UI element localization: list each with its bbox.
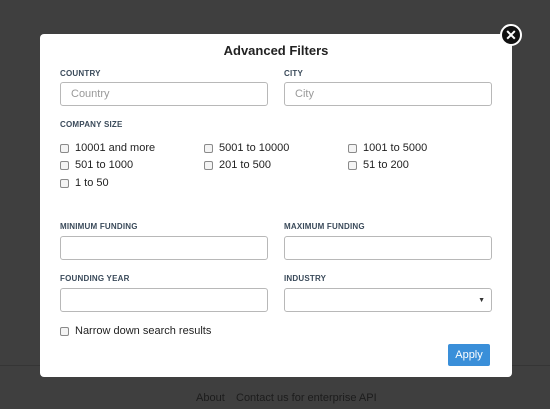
country-label: COUNTRY	[60, 69, 101, 78]
checkbox[interactable]	[348, 143, 357, 153]
chevron-down-icon: ▼	[478, 297, 485, 304]
checkbox[interactable]	[60, 326, 69, 336]
checkbox[interactable]	[60, 160, 69, 170]
size-option-label: 201 to 500	[219, 159, 271, 171]
size-option-10001-plus[interactable]: 10001 and more	[60, 142, 155, 154]
size-option-label: 10001 and more	[75, 142, 156, 154]
size-option-1001-5000[interactable]: 1001 to 5000	[348, 142, 427, 154]
checkbox[interactable]	[204, 143, 213, 153]
narrow-down-option[interactable]: Narrow down search results	[60, 325, 211, 337]
size-option-label: 1001 to 5000	[363, 142, 428, 154]
close-icon[interactable]: ✕	[500, 24, 522, 46]
size-option-51-200[interactable]: 51 to 200	[348, 159, 409, 171]
advanced-filters-modal: Advanced Filters COUNTRY CITY COMPANY SI…	[40, 34, 512, 377]
founding-year-label: FOUNDING YEAR	[60, 274, 130, 283]
company-size-label: COMPANY SIZE	[60, 120, 123, 129]
about-link[interactable]: About	[196, 392, 225, 404]
checkbox[interactable]	[348, 160, 357, 170]
industry-select[interactable]: ▼	[284, 288, 492, 312]
founding-year-input[interactable]	[60, 288, 268, 312]
industry-label: INDUSTRY	[284, 274, 327, 283]
size-option-5001-10000[interactable]: 5001 to 10000	[204, 142, 289, 154]
size-option-label: 51 to 200	[363, 159, 409, 171]
city-input[interactable]	[284, 82, 492, 106]
size-option-label: 5001 to 10000	[219, 142, 290, 154]
max-funding-input[interactable]	[284, 236, 492, 260]
checkbox[interactable]	[204, 160, 213, 170]
min-funding-input[interactable]	[60, 236, 268, 260]
size-option-201-500[interactable]: 201 to 500	[204, 159, 271, 171]
max-funding-label: MAXIMUM FUNDING	[284, 222, 365, 231]
enterprise-api-link[interactable]: Contact us for enterprise API	[236, 392, 377, 404]
min-funding-label: MINIMUM FUNDING	[60, 222, 138, 231]
apply-button[interactable]: Apply	[448, 344, 490, 366]
size-option-501-1000[interactable]: 501 to 1000	[60, 159, 133, 171]
city-label: CITY	[284, 69, 304, 78]
checkbox[interactable]	[60, 178, 69, 188]
modal-title: Advanced Filters	[223, 43, 329, 58]
country-input[interactable]	[60, 82, 268, 106]
size-option-1-50[interactable]: 1 to 50	[60, 177, 109, 189]
size-option-label: 1 to 50	[75, 177, 109, 189]
size-option-label: 501 to 1000	[75, 159, 134, 171]
narrow-down-label: Narrow down search results	[75, 325, 212, 337]
checkbox[interactable]	[60, 143, 69, 153]
